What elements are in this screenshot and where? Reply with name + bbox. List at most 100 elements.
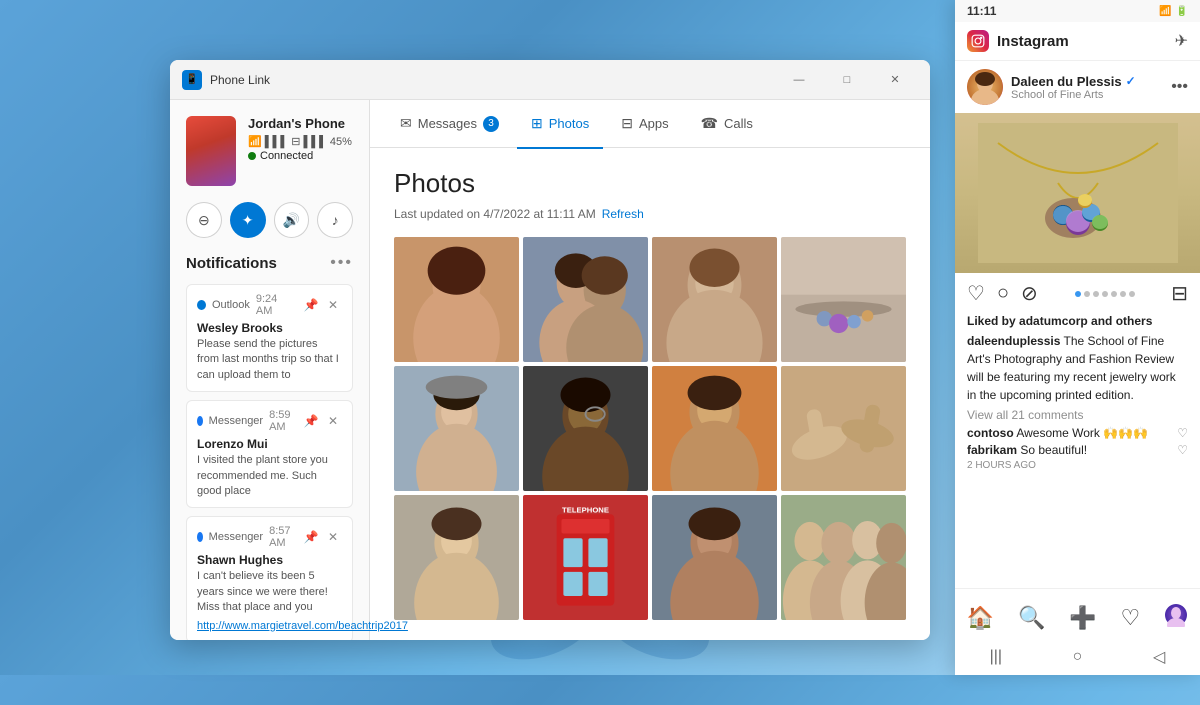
ig-time: 11:11 [967,4,996,18]
photo-2[interactable] [523,237,648,362]
necklace-visual [955,113,1200,273]
ig-post-more-button[interactable]: ••• [1171,78,1188,96]
instagram-panel: 11:11 📶 🔋 Instagram ✈ [955,0,1200,675]
ig-comment-button[interactable]: ○ [997,282,1009,305]
ig-app-header: Instagram ✈ [955,22,1200,61]
notification-messenger-2: Messenger 8:57 AM 📌 ✕ Shawn Hughes I can… [186,516,353,640]
ig-caption-area: Liked by adatumcorp and others daleendup… [955,314,1200,588]
ig-bookmark-button[interactable]: ⊟ [1171,281,1188,306]
notifications-header: Notifications ••• [186,254,353,272]
photo-5[interactable] [394,366,519,491]
ig-dot-3 [1093,291,1099,297]
ig-profile-button[interactable] [1156,599,1196,637]
messages-badge: 3 [483,116,499,132]
photo-6[interactable] [523,366,648,491]
notification-outlook: Outlook 9:24 AM 📌 ✕ Wesley Brooks Please… [186,284,353,392]
quick-actions: ⊖ ✦ 🔊 ♪ [186,202,353,238]
notif-app-row-2: Messenger 8:59 AM 📌 ✕ [197,409,342,433]
notif-pin-2[interactable]: 📌 [302,412,320,430]
notif-pin-3[interactable]: 📌 [302,528,320,546]
notif-app-row-3: Messenger 8:57 AM 📌 ✕ [197,525,342,549]
ig-search-button[interactable]: 🔍 [1010,601,1053,635]
phone-link-icon: 📱 [182,70,202,90]
window-title: Phone Link [210,73,270,87]
ig-main-image [955,113,1200,273]
phone-details: Jordan's Phone 📶 ▌▌▌ ⊟ ▌▌▌ 45% Connected [248,116,353,162]
instagram-app-icon [967,30,989,52]
phone-connected-status: Connected [248,150,353,162]
notif-close-1[interactable]: ✕ [324,296,342,314]
close-button[interactable]: ✕ [872,65,918,95]
ig-sys-home[interactable]: ○ [1047,648,1107,666]
photos-content: Photos Last updated on 4/7/2022 at 11:11… [370,148,930,640]
phone-thumbnail [186,116,236,186]
battery-icon: 🔋 [1176,6,1188,17]
photo-12[interactable] [781,495,906,620]
ig-comment-2: fabrikam So beautiful! ♡ [967,443,1188,457]
ig-home-button[interactable]: 🏠 [959,601,1002,635]
ig-user-info: Daleen du Plessis ✓ School of Fine Arts [1011,74,1163,101]
photos-heading: Photos [394,168,906,199]
photo-grid: TELEPHONE [394,237,906,620]
ig-dot-4 [1102,291,1108,297]
photo-7[interactable] [652,366,777,491]
ig-like-button[interactable]: ♡ [967,281,985,306]
window-controls: — □ ✕ [776,65,918,95]
ig-status-icons: 📶 🔋 [1159,6,1188,17]
messages-tab-label: Messages [418,116,477,131]
ig-post-actions: ♡ ○ ⊘ ⊟ [955,273,1200,314]
notif-link-3[interactable]: http://www.margietravel.com/beachtrip201… [197,620,408,632]
tab-calls[interactable]: ☎ Calls [687,107,767,140]
tab-apps[interactable]: ⊟ Apps [607,107,682,140]
bluetooth-button[interactable]: ✦ [230,202,266,238]
notifications-more-button[interactable]: ••• [330,254,353,272]
ig-share-button[interactable]: ⊘ [1021,281,1038,306]
photo-1[interactable] [394,237,519,362]
mute-button[interactable]: ⊖ [186,202,222,238]
notif-sender-2: Lorenzo Mui [197,437,342,451]
ig-heart-button[interactable]: ♡ [1113,601,1149,635]
notification-messenger-1: Messenger 8:59 AM 📌 ✕ Lorenzo Mui I visi… [186,400,353,508]
ig-comment-like-2[interactable]: ♡ [1177,443,1188,457]
ig-add-button[interactable]: ➕ [1061,601,1104,635]
photo-9[interactable] [394,495,519,620]
svg-text:TELEPHONE: TELEPHONE [562,505,609,514]
phone-link-window: 📱 Phone Link — □ ✕ Jordan's Phone 📶 ▌▌▌ … [170,60,930,640]
volume-button[interactable]: 🔊 [274,202,310,238]
ig-comment-like-1[interactable]: ♡ [1177,426,1188,440]
ig-sys-recents[interactable]: ◁ [1129,647,1189,667]
phone-battery: 📶 ▌▌▌ ⊟ ▌▌▌ 45% [248,135,353,148]
ig-subtitle: School of Fine Arts [1011,89,1163,101]
photo-4[interactable] [781,237,906,362]
instagram-app-name: Instagram [997,33,1167,50]
ig-paper-plane-button[interactable]: ✈ [1175,31,1188,51]
photos-tab-label: Photos [549,116,589,131]
verified-badge: ✓ [1126,74,1136,88]
notif-time-3: 8:57 AM [269,525,292,549]
ig-dot-7 [1129,291,1135,297]
photo-11[interactable] [652,495,777,620]
ig-comment-user-2: fabrikam [967,443,1017,457]
minimize-button[interactable]: — [776,65,822,95]
music-button[interactable]: ♪ [317,202,353,238]
messenger-dot-1 [197,416,203,426]
notifications-panel: Notifications ••• Outlook 9:24 AM 📌 ✕ [186,254,353,640]
notif-time-1: 9:24 AM [256,293,292,317]
ig-view-comments[interactable]: View all 21 comments [967,408,1188,422]
photos-tab-icon: ⊞ [531,115,543,132]
apps-tab-icon: ⊟ [621,115,633,132]
notif-pin-1[interactable]: 📌 [302,296,320,314]
tab-photos[interactable]: ⊞ Photos [517,107,603,140]
notif-close-2[interactable]: ✕ [324,412,342,430]
notif-text-2: I visited the plant store you recommende… [197,453,342,499]
ig-sys-back[interactable]: ||| [966,648,1026,666]
photo-10[interactable]: TELEPHONE [523,495,648,620]
notif-actions-3: 📌 ✕ [302,528,342,546]
notif-close-3[interactable]: ✕ [324,528,342,546]
photo-3[interactable] [652,237,777,362]
maximize-button[interactable]: □ [824,65,870,95]
notif-actions-1: 📌 ✕ [302,296,342,314]
refresh-link[interactable]: Refresh [602,207,644,221]
tab-messages[interactable]: ✉ Messages 3 [386,107,513,140]
photo-8[interactable] [781,366,906,491]
